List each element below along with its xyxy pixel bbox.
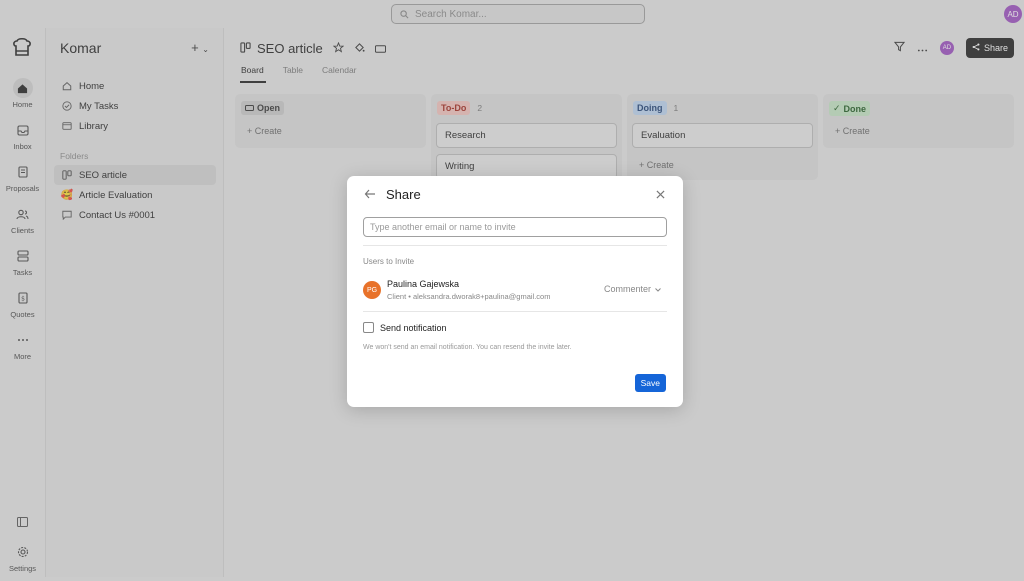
role-select[interactable]: Commenter <box>604 284 661 294</box>
share-dialog: Share Users to Invite PG Paulina Gajewsk… <box>347 176 683 407</box>
divider <box>363 245 667 246</box>
close-icon[interactable] <box>656 188 665 202</box>
user-email: Client • aleksandra.dworak8+paulina@gmai… <box>387 292 551 301</box>
notification-help-text: We won't send an email notification. You… <box>363 344 572 351</box>
chevron-down-icon <box>655 284 661 294</box>
user-name: Paulina Gajewska <box>387 279 460 289</box>
save-button[interactable]: Save <box>634 374 666 392</box>
send-notification-label: Send notification <box>380 322 447 333</box>
users-to-invite-label: Users to Invite <box>363 257 415 266</box>
divider <box>363 311 667 312</box>
invite-user-row: PG Paulina Gajewska Client • aleksandra.… <box>363 278 667 304</box>
invite-input[interactable] <box>363 217 667 237</box>
avatar: PG <box>363 281 381 299</box>
back-arrow-icon[interactable] <box>364 188 376 202</box>
send-notification-checkbox[interactable] <box>363 322 374 333</box>
dialog-title: Share <box>386 187 421 202</box>
send-notification-option[interactable]: Send notification <box>363 322 447 333</box>
